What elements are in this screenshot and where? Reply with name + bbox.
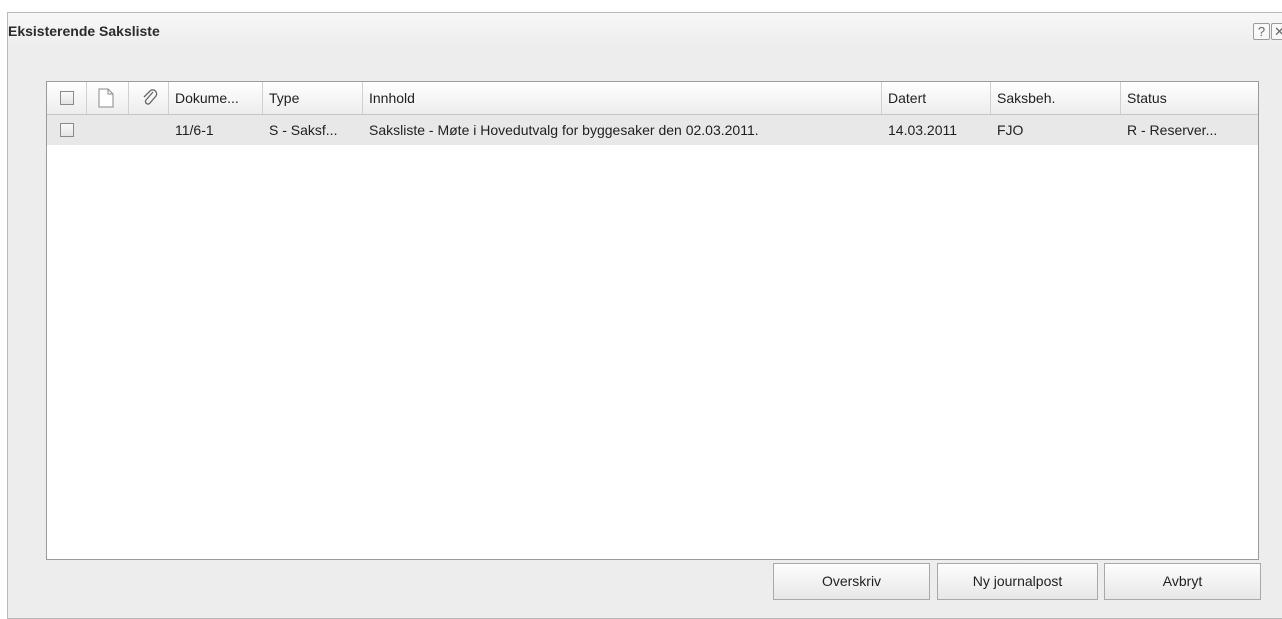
dialog-titlebar: Eksisterende Saksliste ? ✕ — [8, 13, 1282, 52]
column-header-datert[interactable]: Datert — [882, 82, 991, 114]
dialog-title: Eksisterende Saksliste — [8, 23, 160, 39]
help-button[interactable]: ? — [1253, 23, 1270, 40]
background-window-strip — [0, 0, 1282, 12]
overwrite-button[interactable]: Overskriv — [773, 563, 930, 600]
header-document-cell — [87, 82, 129, 114]
table-row[interactable]: 11/6-1 S - Saksf... Saksliste - Møte i H… — [47, 115, 1258, 145]
select-all-checkbox[interactable] — [60, 91, 74, 105]
cell-type: S - Saksf... — [269, 122, 338, 138]
paperclip-icon — [143, 89, 158, 105]
cell-datert: 14.03.2011 — [888, 122, 958, 138]
existing-agenda-dialog: Eksisterende Saksliste ? ✕ Dokume... Typ… — [7, 12, 1282, 619]
case-list-table: Dokume... Type Innhold Datert Saksbeh. S… — [46, 81, 1259, 560]
cell-saksbeh: FJO — [997, 122, 1024, 138]
close-button[interactable]: ✕ — [1271, 23, 1282, 40]
new-journal-post-button[interactable]: Ny journalpost — [937, 563, 1098, 600]
row-checkbox[interactable] — [60, 123, 74, 137]
cell-innhold: Saksliste - Møte i Hovedutvalg for bygge… — [369, 122, 759, 138]
column-header-innhold[interactable]: Innhold — [363, 82, 882, 114]
table-header: Dokume... Type Innhold Datert Saksbeh. S… — [47, 82, 1258, 115]
document-icon — [98, 88, 114, 108]
column-header-dokument[interactable]: Dokume... — [169, 82, 263, 114]
cell-dokument: 11/6-1 — [175, 122, 214, 138]
header-attachment-cell — [129, 82, 169, 114]
column-header-saksbeh[interactable]: Saksbeh. — [991, 82, 1121, 114]
header-select-cell — [47, 82, 87, 114]
cancel-button[interactable]: Avbryt — [1104, 563, 1261, 600]
column-header-type[interactable]: Type — [263, 82, 363, 114]
cell-status: R - Reserver... — [1127, 122, 1218, 138]
column-header-status[interactable]: Status — [1121, 82, 1260, 114]
